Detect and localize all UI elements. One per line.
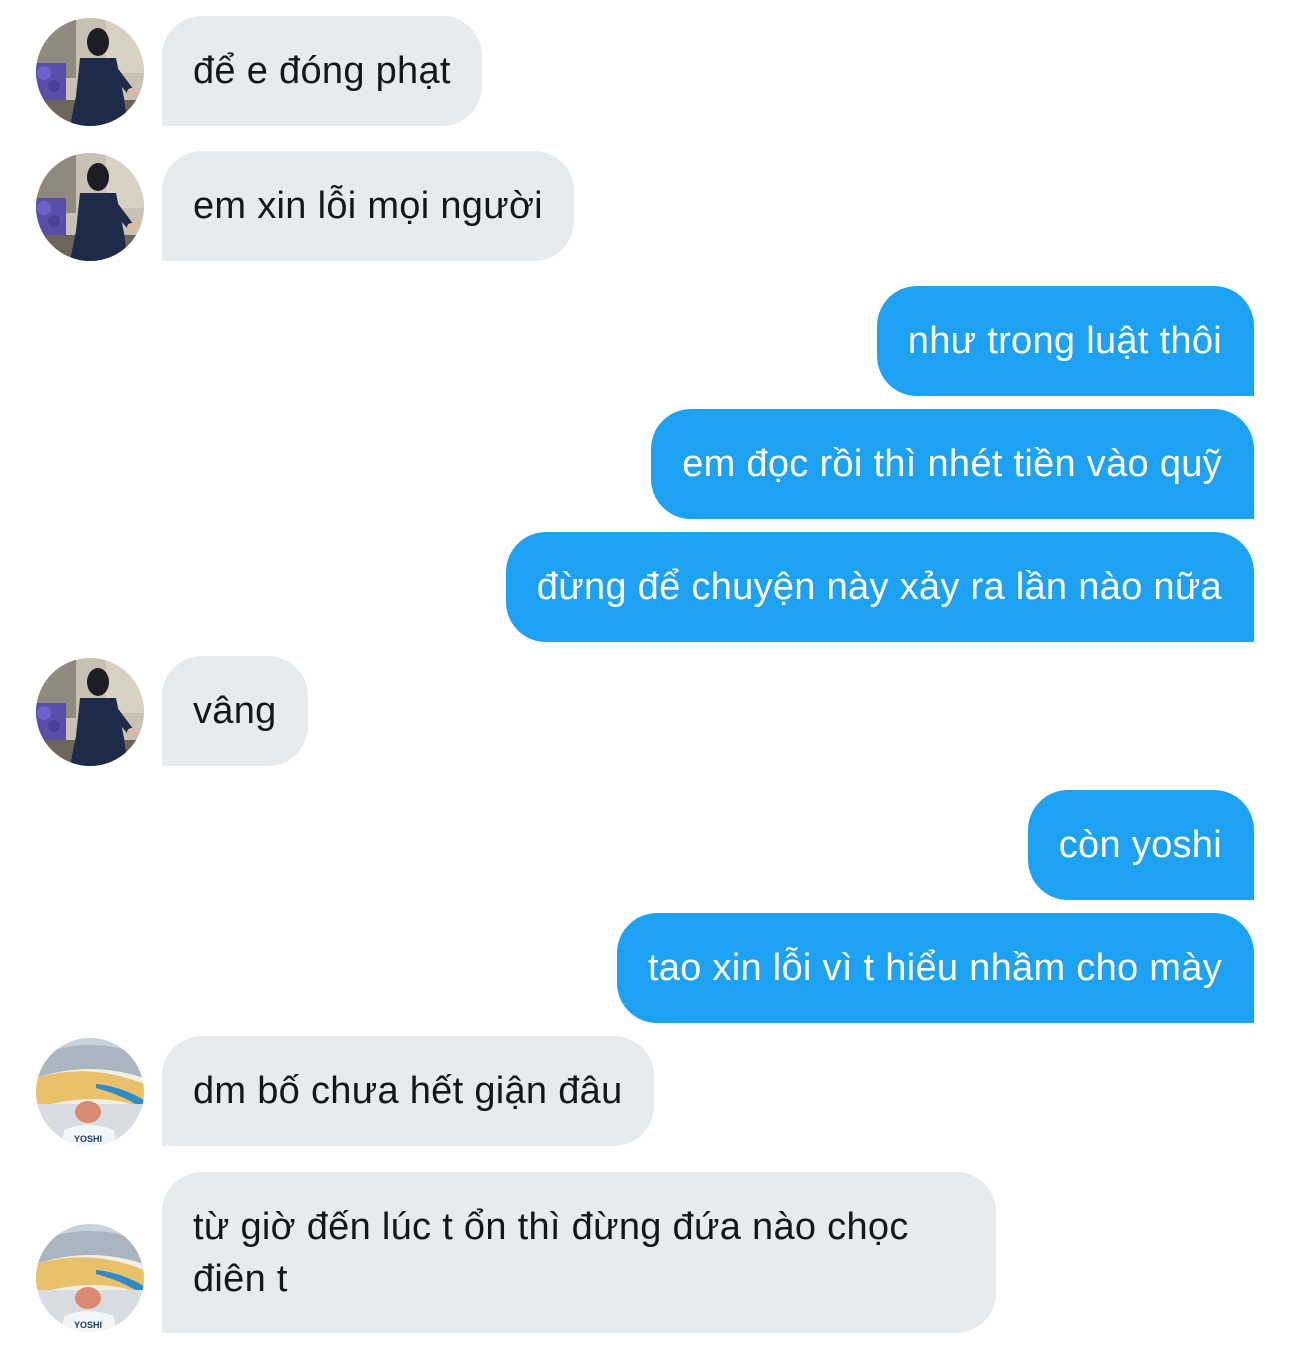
message-bubble-outgoing[interactable]: như trong luật thôi bbox=[876, 286, 1254, 396]
message-text: còn yoshi bbox=[1058, 824, 1222, 866]
message-bubble-incoming[interactable]: dm bố chưa hết giận đâu bbox=[162, 1036, 654, 1146]
user-a-avatar-image bbox=[36, 18, 144, 126]
message-text: từ giờ đến lúc t ổn thì đừng đứa nào chọ… bbox=[193, 1206, 909, 1300]
user-a-avatar[interactable] bbox=[36, 153, 144, 261]
user-b-avatar-image: YOSHI bbox=[36, 1038, 144, 1146]
message-text: như trong luật thôi bbox=[907, 320, 1222, 362]
user-b-avatar[interactable]: YOSHI bbox=[36, 1038, 144, 1146]
message-text: em đọc rồi thì nhét tiền vào quỹ bbox=[682, 443, 1222, 485]
message-bubble-incoming[interactable]: để e đóng phạt bbox=[162, 16, 482, 126]
message-bubble-outgoing[interactable]: còn yoshi bbox=[1027, 790, 1254, 900]
avatar-shirt-text: YOSHI bbox=[74, 1320, 102, 1330]
message-text: đừng để chuyện này xảy ra lần nào nữa bbox=[536, 566, 1222, 608]
message-bubble-incoming[interactable]: vâng bbox=[162, 656, 308, 766]
user-a-avatar[interactable] bbox=[36, 18, 144, 126]
message-text: vâng bbox=[193, 690, 277, 732]
message-bubble-outgoing[interactable]: đừng để chuyện này xảy ra lần nào nữa bbox=[505, 532, 1254, 642]
avatar-shirt-text: YOSHI bbox=[74, 1134, 102, 1144]
message-bubble-incoming[interactable]: từ giờ đến lúc t ổn thì đừng đứa nào chọ… bbox=[162, 1172, 996, 1333]
message-text: em xin lỗi mọi người bbox=[193, 185, 543, 227]
message-text: dm bố chưa hết giận đâu bbox=[193, 1070, 623, 1112]
user-a-avatar-image bbox=[36, 153, 144, 261]
message-bubble-outgoing[interactable]: tao xin lỗi vì t hiểu nhầm cho mày bbox=[616, 913, 1254, 1023]
user-b-avatar[interactable]: YOSHI bbox=[36, 1224, 144, 1332]
user-b-avatar-image: YOSHI bbox=[36, 1224, 144, 1332]
message-bubble-outgoing[interactable]: em đọc rồi thì nhét tiền vào quỹ bbox=[651, 409, 1254, 519]
user-a-avatar-image bbox=[36, 658, 144, 766]
message-text: để e đóng phạt bbox=[193, 50, 451, 92]
user-a-avatar[interactable] bbox=[36, 658, 144, 766]
message-text: tao xin lỗi vì t hiểu nhầm cho mày bbox=[647, 947, 1222, 989]
message-bubble-incoming[interactable]: em xin lỗi mọi người bbox=[162, 151, 574, 261]
